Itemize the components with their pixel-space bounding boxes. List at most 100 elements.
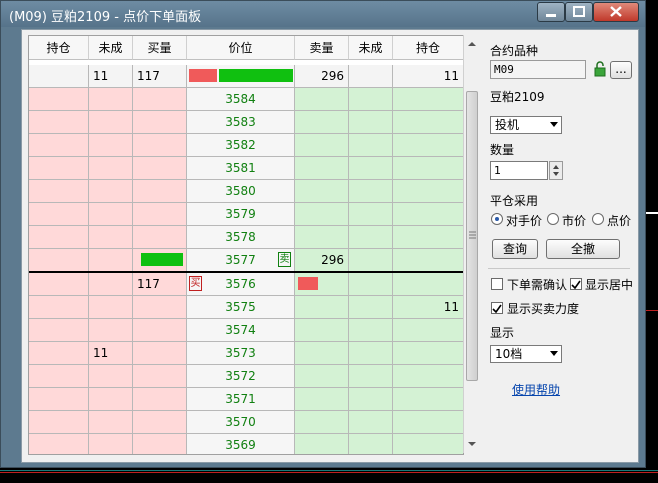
cell-hold-buy[interactable] bbox=[29, 134, 89, 157]
scrollbar-thumb[interactable] bbox=[466, 91, 478, 381]
cell-pending-buy[interactable] bbox=[89, 434, 133, 454]
cell-pending-buy[interactable] bbox=[89, 226, 133, 249]
cell-price[interactable]: 3579 bbox=[187, 203, 295, 226]
cell-price[interactable]: 3574 bbox=[187, 319, 295, 342]
radio-market-price[interactable] bbox=[547, 213, 559, 225]
cell-pending-sell[interactable] bbox=[349, 226, 393, 249]
title-bar[interactable]: (M09) 豆粕2109 - 点价下单面板 bbox=[1, 1, 645, 27]
cell-pending-sell[interactable] bbox=[349, 319, 393, 342]
cell-pending-buy[interactable] bbox=[89, 365, 133, 388]
cell-buy-qty[interactable] bbox=[133, 388, 187, 411]
cell-hold-sell[interactable] bbox=[393, 226, 463, 249]
cell-buy-qty[interactable] bbox=[133, 226, 187, 249]
lock-icon[interactable] bbox=[593, 61, 607, 77]
maximize-button[interactable] bbox=[565, 2, 593, 22]
cell-buy-qty[interactable]: 117 bbox=[133, 273, 187, 296]
cell-hold-sell[interactable] bbox=[393, 180, 463, 203]
cell-pending-buy[interactable] bbox=[89, 134, 133, 157]
scroll-up-icon[interactable] bbox=[464, 37, 480, 51]
cell-pending-buy[interactable] bbox=[89, 203, 133, 226]
qty-input[interactable]: 1 bbox=[490, 161, 548, 180]
cell-pending-buy[interactable] bbox=[89, 388, 133, 411]
browse-contract-button[interactable]: ... bbox=[610, 61, 632, 79]
cell-buy-qty[interactable] bbox=[133, 319, 187, 342]
cell-pending-sell[interactable] bbox=[349, 111, 393, 134]
show-center-checkbox[interactable] bbox=[570, 278, 582, 290]
cell-price[interactable]: 3575 bbox=[187, 296, 295, 319]
cell-price[interactable]: 3584 bbox=[187, 88, 295, 111]
cell-pending-buy[interactable] bbox=[89, 180, 133, 203]
cell-price[interactable]: 3572 bbox=[187, 365, 295, 388]
help-link[interactable]: 使用帮助 bbox=[512, 381, 560, 398]
radio-click-price[interactable] bbox=[592, 213, 604, 225]
radio-label-opponent[interactable]: 对手价 bbox=[506, 212, 542, 229]
cell-buy-qty[interactable] bbox=[133, 296, 187, 319]
cell-pending-buy[interactable] bbox=[89, 273, 133, 296]
cell-pending-sell[interactable] bbox=[349, 365, 393, 388]
cell-hold-buy[interactable] bbox=[29, 226, 89, 249]
cell-hold-buy[interactable] bbox=[29, 296, 89, 319]
cell-sell-qty[interactable] bbox=[295, 434, 349, 454]
header-hold-buy[interactable]: 持仓 bbox=[29, 36, 89, 60]
header-pending-sell[interactable]: 未成 bbox=[349, 36, 393, 60]
cell-sell-qty[interactable] bbox=[295, 342, 349, 365]
cell-price[interactable]: 3583 bbox=[187, 111, 295, 134]
cell-hold-buy[interactable] bbox=[29, 434, 89, 454]
cell-hold-buy[interactable] bbox=[29, 111, 89, 134]
cell-buy-qty[interactable] bbox=[133, 180, 187, 203]
cell-hold-sell[interactable] bbox=[393, 249, 463, 272]
cell-hold-sell[interactable]: 11 bbox=[393, 296, 463, 319]
cell-price[interactable]: 3582 bbox=[187, 134, 295, 157]
query-button[interactable]: 查询 bbox=[492, 239, 538, 259]
cell-hold-sell[interactable] bbox=[393, 157, 463, 180]
minimize-button[interactable] bbox=[537, 2, 565, 22]
cell-buy-qty[interactable] bbox=[133, 203, 187, 226]
cell-hold-sell[interactable] bbox=[393, 342, 463, 365]
cell-pending-buy[interactable] bbox=[89, 88, 133, 111]
cell-sell-qty[interactable] bbox=[295, 226, 349, 249]
cell-hold-buy[interactable] bbox=[29, 342, 89, 365]
qty-stepper[interactable] bbox=[549, 161, 563, 180]
cell-pending-sell[interactable] bbox=[349, 180, 393, 203]
display-depth-select[interactable]: 10档 bbox=[490, 345, 562, 363]
cell-sell-qty[interactable] bbox=[295, 203, 349, 226]
cell-sell-qty[interactable] bbox=[295, 111, 349, 134]
cell-pending-sell[interactable] bbox=[349, 434, 393, 454]
cell-price[interactable]: 3578 bbox=[187, 226, 295, 249]
cell-pending-sell[interactable] bbox=[349, 249, 393, 272]
contract-field[interactable]: M09 bbox=[490, 60, 586, 79]
cell-hold-sell[interactable] bbox=[393, 134, 463, 157]
cell-price[interactable]: 3576 bbox=[187, 273, 295, 296]
cell-sell-qty[interactable] bbox=[295, 411, 349, 434]
cell-hold-buy[interactable] bbox=[29, 88, 89, 111]
header-sell-qty[interactable]: 卖量 bbox=[295, 36, 349, 60]
cell-buy-qty[interactable] bbox=[133, 88, 187, 111]
cell-pending-sell[interactable] bbox=[349, 157, 393, 180]
cell-pending-buy[interactable]: 11 bbox=[89, 342, 133, 365]
cell-pending-sell[interactable] bbox=[349, 203, 393, 226]
cell-pending-sell[interactable] bbox=[349, 134, 393, 157]
cell-buy-qty[interactable] bbox=[133, 365, 187, 388]
ladder-scrollbar[interactable] bbox=[463, 35, 480, 453]
cell-buy-qty[interactable] bbox=[133, 342, 187, 365]
cell-price[interactable]: 3573 bbox=[187, 342, 295, 365]
cell-hold-buy[interactable] bbox=[29, 273, 89, 296]
cell-pending-sell[interactable] bbox=[349, 273, 393, 296]
cell-hold-sell[interactable] bbox=[393, 434, 463, 454]
cell-pending-buy[interactable] bbox=[89, 296, 133, 319]
cell-pending-sell[interactable] bbox=[349, 342, 393, 365]
cell-sell-qty[interactable] bbox=[295, 157, 349, 180]
cell-pending-buy[interactable] bbox=[89, 319, 133, 342]
cell-pending-buy[interactable] bbox=[89, 249, 133, 272]
radio-label-market[interactable]: 市价 bbox=[562, 212, 586, 229]
confirm-order-label[interactable]: 下单需确认 bbox=[507, 276, 567, 293]
scroll-down-icon[interactable] bbox=[464, 437, 480, 451]
cell-sell-qty[interactable] bbox=[295, 388, 349, 411]
cell-hold-sell[interactable] bbox=[393, 88, 463, 111]
cell-sell-qty[interactable] bbox=[295, 365, 349, 388]
radio-opponent-price[interactable] bbox=[491, 213, 503, 225]
cell-buy-qty[interactable] bbox=[133, 111, 187, 134]
cell-hold-sell[interactable] bbox=[393, 273, 463, 296]
cell-sell-qty[interactable] bbox=[295, 88, 349, 111]
cell-hold-buy[interactable] bbox=[29, 319, 89, 342]
